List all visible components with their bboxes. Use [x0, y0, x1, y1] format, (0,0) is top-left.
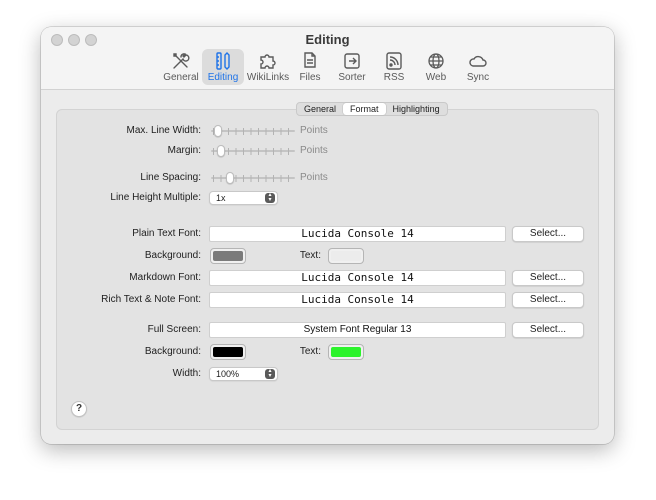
toolbar-item-wikilinks[interactable]: WikiLinks [245, 49, 291, 85]
toolbar-item-label: Sorter [338, 72, 366, 83]
up-down-arrows-icon: ▴ ▾ [265, 368, 275, 379]
full-screen-font-label: Full Screen: [147, 324, 201, 335]
toolbar-item-label: Sync [466, 72, 490, 83]
toolbar-item-files[interactable]: Files [289, 49, 331, 85]
margin-label: Margin: [167, 145, 201, 156]
slider-knob[interactable] [214, 125, 222, 137]
plain-text-color-well[interactable] [328, 248, 364, 264]
markdown-font-field: Lucida Console 14 [209, 270, 506, 286]
full-screen-text-color-label: Text: [299, 346, 321, 357]
plain-text-font-field: Lucida Console 14 [209, 226, 506, 242]
puzzle-icon [260, 54, 276, 69]
toolbar-item-rss[interactable]: RSS [373, 49, 415, 85]
full-screen-text-color-well[interactable] [328, 344, 364, 360]
plain-text-color-label: Text: [299, 250, 321, 261]
tab-highlighting[interactable]: Highlighting [386, 103, 447, 115]
globe-icon [428, 53, 444, 69]
window-title: Editing [305, 32, 350, 47]
max-line-width-label: Max. Line Width: [126, 125, 201, 136]
preferences-window: Editing General Editing WikiLinks Files … [41, 27, 614, 444]
rich-text-font-select-button[interactable]: Select... [512, 292, 584, 308]
help-button[interactable]: ? [71, 401, 87, 417]
line-height-multiple-value: 1x [216, 193, 226, 203]
rich-text-font-field: Lucida Console 14 [209, 292, 506, 308]
tab-format[interactable]: Format [343, 103, 386, 115]
up-down-arrows-icon: ▴ ▾ [265, 192, 275, 203]
markdown-font-select-button[interactable]: Select... [512, 270, 584, 286]
toolbar-item-label: RSS [383, 72, 405, 83]
margin-unit: Points [300, 145, 328, 156]
plain-background-color-well[interactable] [210, 248, 246, 264]
max-line-width-unit: Points [300, 125, 328, 136]
toolbar-item-sync[interactable]: Sync [457, 49, 499, 85]
full-screen-background-label: Background: [144, 346, 201, 357]
line-height-multiple-popup[interactable]: 1x ▴ ▾ [209, 191, 278, 205]
toolbar-item-label: Files [299, 72, 321, 83]
line-height-multiple-label: Line Height Multiple: [110, 192, 201, 203]
margin-slider[interactable] [211, 145, 295, 157]
plain-text-font-select-button[interactable]: Select... [512, 226, 584, 242]
full-screen-background-color-well[interactable] [210, 344, 246, 360]
toolbar-item-web[interactable]: Web [415, 49, 457, 85]
line-spacing-slider[interactable] [211, 172, 295, 184]
toolbar-item-label: General [163, 72, 199, 83]
width-popup[interactable]: 100% ▴ ▾ [209, 367, 278, 381]
full-screen-font-select-button[interactable]: Select... [512, 322, 584, 338]
tab-general[interactable]: General [297, 103, 343, 115]
sorter-icon [344, 53, 360, 69]
toolbar-item-editing[interactable]: Editing [202, 49, 244, 85]
toolbar-item-sorter[interactable]: Sorter [331, 49, 373, 85]
plain-background-label: Background: [144, 250, 201, 261]
titlebar: Editing General Editing WikiLinks Files … [41, 27, 614, 90]
files-icon [304, 52, 316, 68]
toolbar-item-label: WikiLinks [246, 72, 290, 83]
max-line-width-slider[interactable] [211, 125, 295, 137]
rich-text-font-label: Rich Text & Note Font: [101, 294, 201, 305]
rss-icon [386, 52, 402, 70]
line-spacing-unit: Points [300, 172, 328, 183]
cloud-icon [469, 55, 487, 67]
toolbar-item-label: Editing [207, 72, 239, 83]
markdown-font-label: Markdown Font: [129, 272, 201, 283]
slider-knob[interactable] [226, 172, 234, 184]
line-spacing-label: Line Spacing: [140, 172, 201, 183]
format-tab-bar: General Format Highlighting [296, 102, 448, 116]
plain-text-font-label: Plain Text Font: [132, 228, 201, 239]
color-fill [331, 251, 361, 261]
full-screen-font-field: System Font Regular 13 [209, 322, 506, 338]
width-label: Width: [172, 368, 201, 379]
pencil-ruler-icon [216, 52, 230, 70]
color-fill [331, 347, 361, 357]
tools-icon [173, 53, 190, 69]
color-fill [213, 347, 243, 357]
slider-knob[interactable] [217, 145, 225, 157]
width-value: 100% [216, 369, 240, 379]
color-fill [213, 251, 243, 261]
toolbar-item-label: Web [425, 72, 447, 83]
toolbar-item-general[interactable]: General [160, 49, 202, 85]
